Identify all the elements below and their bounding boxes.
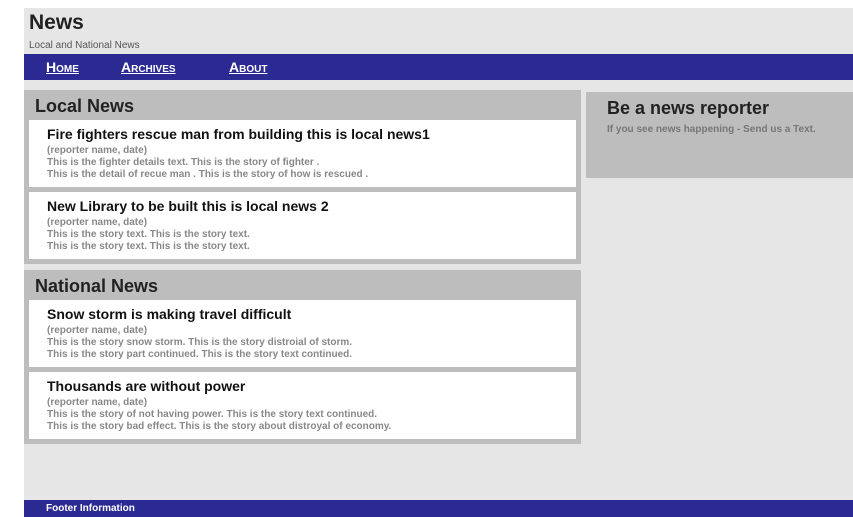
news-story: Fire fighters rescue man from building t… <box>29 120 576 187</box>
national-news-section: National News Snow storm is making trave… <box>24 270 581 444</box>
story-text: This is the fighter details text. This i… <box>47 157 320 168</box>
story-text: This is the detail of recue man . This i… <box>47 169 369 180</box>
story-meta: (reporter name, date) <box>47 325 148 336</box>
footer-text: Footer Information <box>46 503 135 514</box>
story-meta: (reporter name, date) <box>47 145 148 156</box>
story-headline[interactable]: Snow storm is making travel difficult <box>47 306 566 322</box>
site-title: News <box>29 11 84 34</box>
story-headline[interactable]: New Library to be built this is local ne… <box>47 198 566 214</box>
story-headline[interactable]: Fire fighters rescue man from building t… <box>47 126 566 142</box>
story-text: This is the story text. This is the stor… <box>47 241 250 252</box>
story-meta: (reporter name, date) <box>47 397 148 408</box>
page-container: News Local and National News Home Archiv… <box>24 8 853 517</box>
story-text: This is the story part continued. This i… <box>47 349 353 360</box>
story-text: This is the story snow storm. This is th… <box>47 337 353 348</box>
news-story: Thousands are without power (reporter na… <box>29 372 576 439</box>
news-story: New Library to be built this is local ne… <box>29 192 576 259</box>
main-nav: Home Archives About <box>24 54 853 80</box>
story-text: This is the story bad effect. This is th… <box>47 421 392 432</box>
sidebar-title: Be a news reporter <box>607 98 770 118</box>
sidebar-text: If you see news happening - Send us a Te… <box>607 124 816 135</box>
local-news-section: Local News Fire fighters rescue man from… <box>24 90 581 264</box>
story-headline[interactable]: Thousands are without power <box>47 378 566 394</box>
story-meta: (reporter name, date) <box>47 217 148 228</box>
nav-about-link[interactable]: About <box>229 59 267 75</box>
footer: Footer Information <box>24 500 853 517</box>
reporter-sidebar: Be a news reporter If you see news happe… <box>586 92 853 178</box>
site-subtitle: Local and National News <box>29 40 140 51</box>
news-story: Snow storm is making travel difficult (r… <box>29 300 576 367</box>
main-column: Local News Fire fighters rescue man from… <box>24 90 581 450</box>
nav-home-link[interactable]: Home <box>46 59 79 75</box>
local-news-heading: Local News <box>35 96 135 116</box>
nav-archives-link[interactable]: Archives <box>121 59 176 75</box>
story-text: This is the story text. This is the stor… <box>47 229 250 240</box>
story-text: This is the story of not having power. T… <box>47 409 378 420</box>
national-news-heading: National News <box>35 276 159 296</box>
